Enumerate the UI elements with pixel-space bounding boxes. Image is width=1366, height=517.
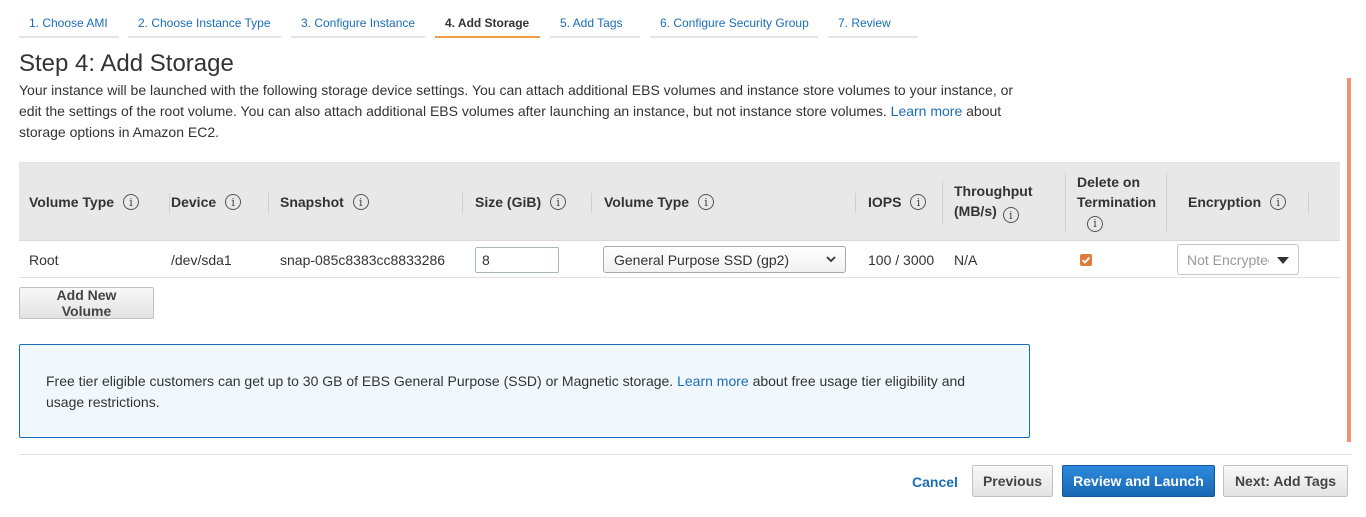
size-input[interactable] xyxy=(475,246,559,273)
info-icon[interactable]: i xyxy=(352,194,369,210)
header-size-label: Size (GiB) xyxy=(475,194,542,210)
cell-size xyxy=(475,241,559,278)
cell-delete-on-termination xyxy=(1080,241,1092,278)
header-encryption: Encryption i xyxy=(1188,163,1309,241)
step-configure-security-group[interactable]: 6. Configure Security Group xyxy=(650,8,818,38)
cell-throughput: N/A xyxy=(954,251,978,268)
add-new-volume-button[interactable]: Add New Volume xyxy=(19,287,154,319)
learn-more-storage-link[interactable]: Learn more xyxy=(891,103,963,119)
step-add-storage[interactable]: 4. Add Storage xyxy=(435,8,540,38)
intro-body: Your instance will be launched with the … xyxy=(19,82,1014,119)
table-row: Root /dev/sda1 snap-085c8383cc8833286 Ge… xyxy=(19,241,1340,278)
header-device-label: Device xyxy=(171,194,217,210)
header-ebs-volume-type: Volume Type i xyxy=(604,163,856,241)
storage-table: Volume Type i Device i Snapshot i Size (… xyxy=(19,162,1340,278)
header-throughput-line1: Throughput xyxy=(954,182,1033,199)
wizard-steps: 1. Choose AMI 2. Choose Instance Type 3.… xyxy=(0,0,1366,40)
info-icon[interactable]: i xyxy=(550,194,567,210)
page-title: Step 4: Add Storage xyxy=(19,50,234,77)
header-delete-line1: Delete on xyxy=(1077,174,1141,190)
previous-button[interactable]: Previous xyxy=(972,465,1053,497)
header-encryption-label: Encryption xyxy=(1188,194,1262,210)
cancel-link[interactable]: Cancel xyxy=(912,474,958,490)
step-configure-instance[interactable]: 3. Configure Instance xyxy=(291,8,425,38)
info-icon[interactable]: i xyxy=(1087,215,1103,232)
caret-down-icon xyxy=(1277,257,1289,264)
header-snapshot: Snapshot i xyxy=(280,163,463,241)
volume-type-select-value: General Purpose SSD (gp2) xyxy=(614,251,790,268)
notice-body: Free tier eligible customers can get up … xyxy=(46,373,674,389)
scrollbar[interactable] xyxy=(1347,78,1351,442)
learn-more-free-tier-link[interactable]: Learn more xyxy=(677,373,749,389)
step-choose-ami[interactable]: 1. Choose AMI xyxy=(19,8,119,38)
review-and-launch-button[interactable]: Review and Launch xyxy=(1062,465,1215,497)
delete-on-termination-checkbox[interactable] xyxy=(1080,253,1092,266)
header-iops-label: IOPS xyxy=(868,194,902,210)
cell-iops: 100 / 3000 xyxy=(868,251,935,268)
header-delete-label: Delete on Termination i xyxy=(1077,172,1156,232)
header-delete-on-termination: Delete on Termination i xyxy=(1077,163,1167,241)
info-icon[interactable]: i xyxy=(698,194,715,210)
step-choose-instance-type[interactable]: 2. Choose Instance Type xyxy=(128,8,281,38)
header-ebs-volume-type-label: Volume Type xyxy=(604,194,690,210)
header-throughput: Throughput (MB/s) i xyxy=(954,163,1066,241)
header-device: Device i xyxy=(171,163,269,241)
info-icon[interactable]: i xyxy=(123,194,140,210)
cell-device: /dev/sda1 xyxy=(171,251,232,268)
chevron-down-icon xyxy=(826,256,836,263)
cell-ebs-volume-type: General Purpose SSD (gp2) xyxy=(603,241,846,278)
header-iops: IOPS i xyxy=(868,163,943,241)
footer-divider xyxy=(19,454,1352,455)
encryption-select[interactable]: Not Encrypted xyxy=(1177,244,1299,275)
info-icon[interactable]: i xyxy=(910,194,927,210)
header-delete-line2: Termination xyxy=(1077,194,1157,210)
header-volume-type: Volume Type i xyxy=(29,163,170,241)
cell-volume-type: Root xyxy=(29,251,59,268)
encryption-select-value: Not Encrypted xyxy=(1187,251,1269,268)
free-tier-notice: Free tier eligible customers can get up … xyxy=(19,344,1030,438)
check-icon xyxy=(1081,256,1091,264)
step-review[interactable]: 7. Review xyxy=(828,8,918,38)
cell-snapshot: snap-085c8383cc8833286 xyxy=(280,251,446,268)
header-volume-type-label: Volume Type xyxy=(29,194,115,210)
table-header: Volume Type i Device i Snapshot i Size (… xyxy=(19,162,1340,241)
cell-encryption: Not Encrypted xyxy=(1177,241,1299,278)
step-add-tags[interactable]: 5. Add Tags xyxy=(550,8,640,38)
volume-type-select[interactable]: General Purpose SSD (gp2) xyxy=(603,246,846,273)
header-throughput-label: Throughput (MB/s) i xyxy=(954,181,1033,224)
header-size: Size (GiB) i xyxy=(475,163,592,241)
info-icon[interactable]: i xyxy=(1002,207,1019,224)
info-icon[interactable]: i xyxy=(1270,194,1287,210)
next-add-tags-button[interactable]: Next: Add Tags xyxy=(1223,465,1348,497)
intro-text: Your instance will be launched with the … xyxy=(19,80,1029,143)
header-snapshot-label: Snapshot xyxy=(280,194,344,210)
info-icon[interactable]: i xyxy=(225,194,242,210)
header-throughput-line2: (MB/s) xyxy=(954,202,997,219)
